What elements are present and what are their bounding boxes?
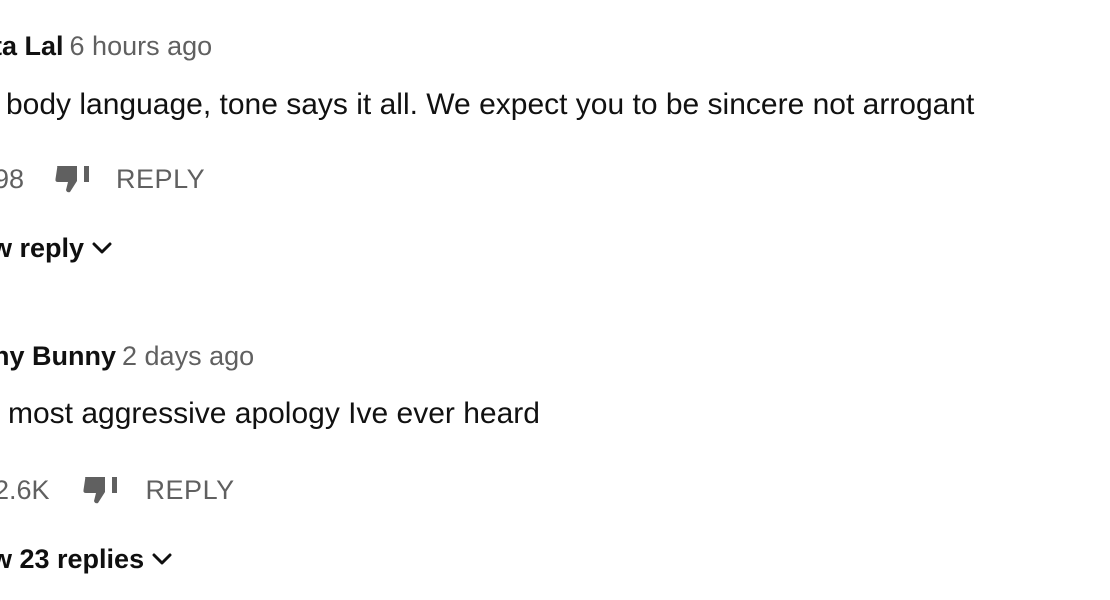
comment-header: ny Bunny 2 days ago (0, 340, 254, 372)
like-count: 2.6K (0, 474, 50, 505)
like-count: 98 (0, 163, 25, 194)
comment-author[interactable]: ta Lal (0, 31, 64, 61)
comment-header: ta Lal 6 hours ago (0, 30, 212, 62)
thumbs-down-icon (55, 166, 90, 193)
reply-button[interactable]: REPLY (146, 475, 235, 506)
comment-actions: 98 REPLY (0, 159, 205, 199)
comments-section: ta Lal 6 hours ago body language, tone sa… (0, 0, 1110, 600)
reply-button[interactable]: REPLY (116, 164, 205, 195)
comment-text: body language, tone says it all. We expe… (6, 88, 975, 121)
view-replies-label: w reply (0, 233, 85, 263)
comment-author[interactable]: ny Bunny (0, 341, 116, 371)
view-replies-button[interactable]: w 23 replies (0, 543, 172, 575)
dislike-button[interactable] (82, 470, 122, 510)
comment-timestamp[interactable]: 2 days ago (122, 341, 254, 371)
comment-text: most aggressive apology Ive ever heard (8, 397, 540, 430)
comment-actions: 2.6K REPLY (0, 470, 235, 510)
view-replies-label: w 23 replies (0, 544, 145, 574)
chevron-down-icon (152, 552, 172, 566)
view-replies-button[interactable]: w reply (0, 232, 112, 264)
chevron-down-icon (92, 241, 112, 255)
dislike-button[interactable] (54, 159, 94, 199)
comment-timestamp[interactable]: 6 hours ago (70, 31, 213, 61)
thumbs-down-icon (82, 477, 117, 504)
